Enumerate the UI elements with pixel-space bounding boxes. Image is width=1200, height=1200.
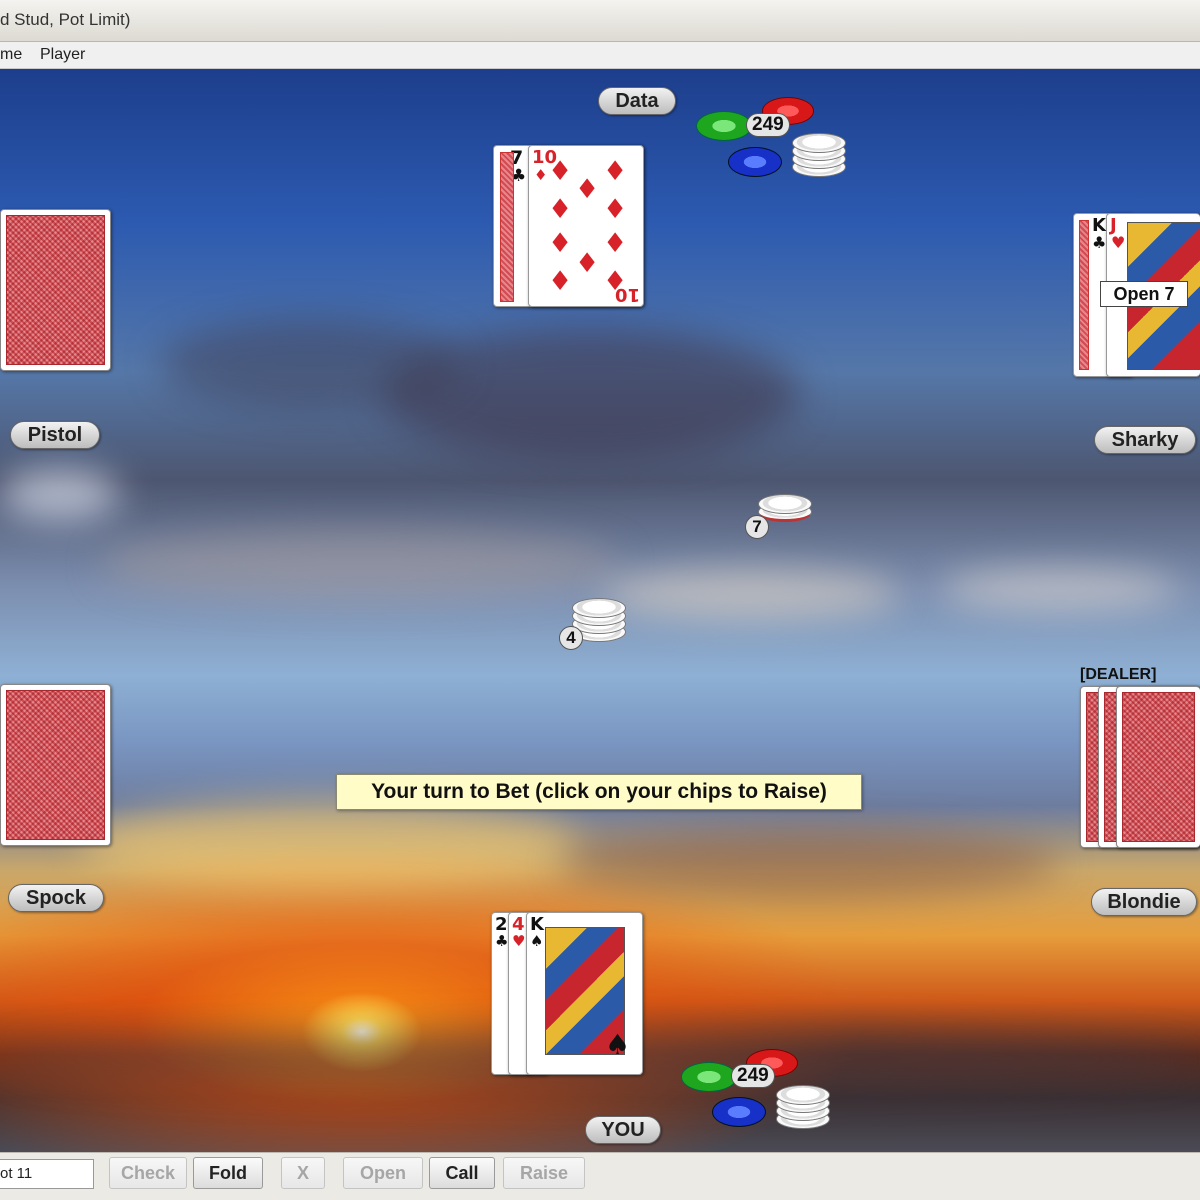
title-bar: d Stud, Pot Limit): [0, 0, 1200, 42]
cloud: [600, 569, 900, 619]
bet-amount-sharky: 7: [745, 515, 769, 539]
menu-game[interactable]: me: [0, 46, 22, 64]
status-field: ot 11: [0, 1159, 94, 1189]
card-suit: ♦: [534, 166, 548, 184]
bet-chip: [572, 598, 626, 618]
cloud: [100, 529, 620, 599]
cloud: [0, 469, 120, 519]
diamond-icon: ♦: [603, 156, 628, 187]
card-back-spock: [0, 684, 111, 846]
cloud: [160, 319, 460, 409]
diamond-icon: ♦: [548, 266, 573, 297]
white-chip[interactable]: [776, 1085, 830, 1105]
card-back-blondie: [1116, 686, 1200, 848]
bet-amount-you: 4: [559, 626, 583, 650]
card-back-pistol: [0, 209, 111, 371]
player-name-you: YOU: [585, 1116, 661, 1144]
card-rank: 10: [614, 284, 640, 305]
player-name-sharky: Sharky: [1094, 426, 1196, 454]
card-suit: ♥: [512, 932, 526, 950]
bet-chip: [758, 494, 812, 514]
turn-message: Your turn to Bet (click on your chips to…: [336, 774, 862, 810]
white-chip[interactable]: [792, 133, 846, 153]
card-edge: [500, 152, 514, 302]
player-name-data: Data: [598, 87, 676, 115]
blue-chip[interactable]: [712, 1097, 766, 1127]
menu-player[interactable]: Player: [40, 46, 85, 64]
player-chip-count-you: 249: [731, 1064, 775, 1088]
cloud: [940, 569, 1180, 609]
card-suit: ♣: [495, 932, 509, 950]
x-button[interactable]: X: [281, 1157, 325, 1189]
card-edge: [1079, 220, 1089, 370]
spade-icon: ♠: [605, 1028, 631, 1061]
diamond-icon: ♦: [603, 228, 628, 259]
diamond-icon: ♦: [548, 194, 573, 225]
player-name-spock: Spock: [8, 884, 104, 912]
card-data-2: 10 ♦ ♦ ♦ ♦ ♦ ♦ ♦ ♦ ♦ ♦ ♦ 10: [528, 145, 644, 307]
cloud: [80, 799, 580, 889]
card-suit: ♥: [1111, 233, 1126, 252]
player-name-blondie: Blondie: [1091, 888, 1197, 916]
card-suit: ♠: [530, 932, 544, 950]
green-chip[interactable]: [696, 111, 752, 141]
check-button[interactable]: Check: [109, 1157, 187, 1189]
cloud: [560, 829, 1060, 899]
diamond-icon: ♦: [548, 228, 573, 259]
player-chip-count-data: 249: [746, 113, 790, 137]
diamond-icon: ♦: [575, 248, 600, 279]
menu-bar: me Player: [0, 42, 1200, 69]
card-you-3: K ♠ ♠: [526, 912, 643, 1075]
action-bar: ot 11 Check Fold X Open Call Raise: [0, 1152, 1200, 1200]
call-button[interactable]: Call: [429, 1157, 495, 1189]
fold-button[interactable]: Fold: [193, 1157, 263, 1189]
open-button[interactable]: Open: [343, 1157, 423, 1189]
diamond-icon: ♦: [603, 194, 628, 225]
window-title: d Stud, Pot Limit): [0, 10, 131, 29]
dealer-tag: [DEALER]: [1080, 666, 1157, 683]
diamond-icon: ♦: [575, 174, 600, 205]
blue-chip[interactable]: [728, 147, 782, 177]
player-action-sharky: Open 7: [1100, 281, 1188, 307]
diamond-icon: ♦: [548, 156, 573, 187]
poker-table: Data 249 7 ♣ 10 ♦ ♦ ♦ ♦ ♦ ♦ ♦ ♦ ♦ ♦ ♦ 10…: [0, 69, 1200, 1152]
raise-button[interactable]: Raise: [503, 1157, 585, 1189]
card-suit: ♣: [1092, 233, 1107, 252]
green-chip[interactable]: [681, 1062, 737, 1092]
player-name-pistol: Pistol: [10, 421, 100, 449]
